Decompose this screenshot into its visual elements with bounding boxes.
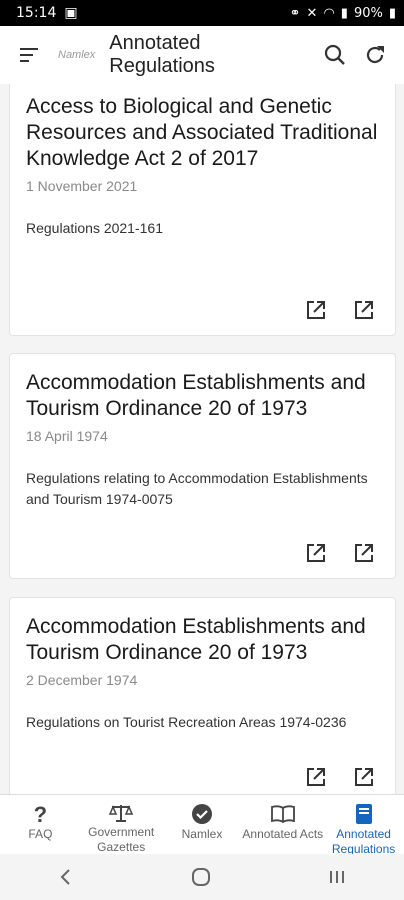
- nav-item-annotated-acts[interactable]: Annotated Acts: [242, 795, 323, 855]
- open-external-icon[interactable]: [305, 542, 327, 564]
- card-date: 1 November 2021: [26, 178, 138, 194]
- page-title: Annotated Regulations: [109, 32, 215, 77]
- open-external-icon[interactable]: [353, 766, 375, 788]
- card-regulation: Regulations on Tourist Recreation Areas …: [26, 714, 347, 730]
- nav-label: FAQ: [28, 827, 53, 841]
- signal-icon: ▮: [340, 5, 348, 21]
- mute-icon: ✕: [306, 5, 318, 21]
- nav-label: Namlex: [181, 827, 223, 841]
- recents-icon[interactable]: [328, 869, 346, 885]
- link-icon: ⚭: [289, 5, 301, 21]
- battery-icon: ▮: [388, 5, 396, 21]
- list-item[interactable]: Accommodation Establishments and Tourism…: [9, 353, 396, 579]
- book-icon: [354, 803, 374, 825]
- scales-icon: [109, 803, 134, 823]
- list-item[interactable]: Access to Biological and Genetic Resourc…: [9, 84, 396, 336]
- verified-badge-icon: [191, 803, 213, 825]
- system-navigation-bar: [0, 854, 404, 900]
- card-title: Accommodation Establishments and Tourism…: [26, 615, 366, 664]
- card-regulation: Regulations relating to Accommodation Es…: [26, 470, 368, 507]
- nav-label: Government Gazettes: [88, 825, 155, 854]
- card-regulation: Regulations 2021-161: [26, 220, 163, 236]
- app-bar: Namlex Annotated Regulations: [0, 26, 404, 84]
- card-date: 18 April 1974: [26, 428, 108, 444]
- card-title: Accommodation Establishments and Tourism…: [26, 371, 366, 420]
- nav-item-government-gazettes[interactable]: Government Gazettes: [81, 795, 162, 855]
- list-item[interactable]: Accommodation Establishments and Tourism…: [9, 597, 396, 794]
- open-external-icon[interactable]: [305, 299, 327, 321]
- nav-label: Annotated Acts: [242, 827, 324, 841]
- nav-item-annotated-regulations[interactable]: Annotated Regulations: [323, 795, 404, 859]
- card-actions: [305, 542, 375, 564]
- gallery-icon: ▣: [64, 5, 78, 21]
- status-time: 15:14: [16, 5, 57, 21]
- back-icon[interactable]: [58, 868, 74, 886]
- card-title: Access to Biological and Genetic Resourc…: [26, 95, 378, 170]
- battery-percent: 90%: [353, 5, 383, 21]
- nav-item-namlex[interactable]: Namlex: [162, 795, 243, 855]
- open-book-icon: [270, 803, 296, 825]
- card-date: 2 December 1974: [26, 672, 138, 688]
- open-external-icon[interactable]: [353, 542, 375, 564]
- refresh-icon[interactable]: [360, 40, 390, 70]
- card-actions: [305, 766, 375, 788]
- menu-icon[interactable]: [14, 40, 44, 70]
- home-icon[interactable]: [191, 867, 211, 887]
- wifi-icon: ◠: [323, 5, 335, 21]
- open-external-icon[interactable]: [305, 766, 327, 788]
- regulations-list[interactable]: Access to Biological and Genetic Resourc…: [0, 84, 404, 794]
- status-bar: 15:14 ▣ ⚭ ✕ ◠ ▮ 90% ▮: [0, 0, 404, 26]
- app-logo: Namlex: [58, 49, 96, 61]
- card-actions: [305, 299, 375, 321]
- open-external-icon[interactable]: [353, 299, 375, 321]
- nav-item-faq[interactable]: ? FAQ: [0, 795, 81, 855]
- bottom-navigation: ? FAQ Government Gazettes Namlex Annotat…: [0, 794, 404, 859]
- question-icon: ?: [33, 801, 48, 827]
- search-icon[interactable]: [320, 40, 350, 70]
